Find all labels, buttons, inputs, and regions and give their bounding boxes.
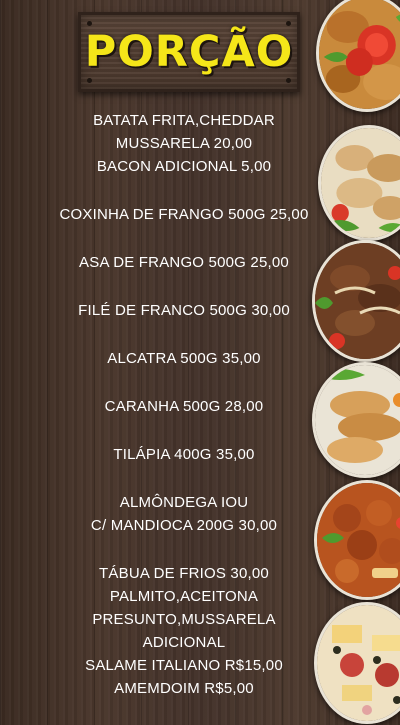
menu-item-asa: ASA DE FRANGO 500G 25,00 [0,251,368,274]
nail [87,78,92,83]
menu-item-line: MUSSARELA 20,00 [115,135,253,152]
menu-item-line: ADICIONAL [142,634,226,651]
menu-item-line: C/ MANDIOCA 200G 30,00 [90,517,278,534]
nail [87,21,92,26]
title-board: PORÇÃO [78,12,300,92]
menu-item-tabua: TÁBUA DE FRIOS 30,00 PALMITO,ACEITONA PR… [0,562,368,700]
menu-item-line: TÁBUA DE FRIOS 30,00 [99,565,269,582]
menu-item-alcatra: ALCATRA 500G 35,00 [0,347,368,370]
menu-item-line: PRESUNTO,MUSSARELA [92,611,276,628]
menu-item-line: PALMITO,ACEITONA [109,588,259,605]
menu-item-coxinha: COXINHA DE FRANGO 500G 25,00 [0,203,368,226]
menu-item-line: ALCATRA 500G 35,00 [107,350,261,367]
menu-item-line: BATATA FRITA,CHEDDAR [93,112,275,129]
nail [286,78,291,83]
nail [286,21,291,26]
menu-item-line: BACON ADICIONAL 5,00 [96,158,272,175]
menu-item-tilapia: TILÁPIA 400G 35,00 [0,443,368,466]
menu-page: PORÇÃO BATATA FRITA,CHEDDAR MUSSARELA 20… [0,0,400,724]
menu-item-line: TILÁPIA 400G 35,00 [113,446,255,463]
menu-item-line: SALAME ITALIANO R$15,00 [85,657,283,674]
page-title: PORÇÃO [84,27,294,77]
menu-item-batata: BATATA FRITA,CHEDDAR MUSSARELA 20,00 BAC… [0,109,368,178]
menu-item-almondega: ALMÔNDEGA IOU C/ MANDIOCA 200G 30,00 [0,491,368,537]
menu-item-line: ASA DE FRANGO 500G 25,00 [79,254,289,271]
menu-item-line: AMEMDOIM R$5,00 [114,680,254,697]
menu-item-line: COXINHA DE FRANGO 500G 25,00 [59,206,309,223]
fried-chicken-tomato-photo [316,0,400,112]
menu-item-line: ALMÔNDEGA IOU [119,494,249,511]
